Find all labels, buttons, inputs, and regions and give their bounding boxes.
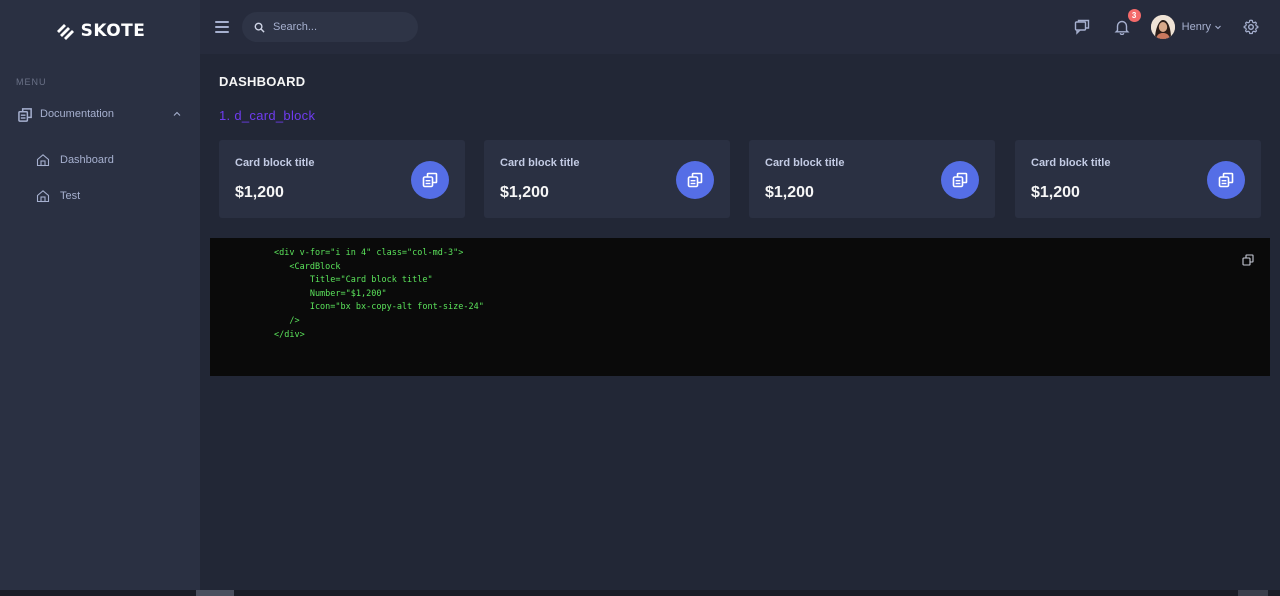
- card-block: Card block title $1,200: [219, 140, 465, 218]
- page-title: DASHBOARD: [219, 74, 306, 89]
- card-block: Card block title $1,200: [1015, 140, 1261, 218]
- card-number: $1,200: [235, 184, 284, 201]
- status-segment: [1238, 590, 1268, 596]
- user-menu[interactable]: Henry: [1150, 15, 1222, 39]
- chat-icon[interactable]: [1073, 18, 1091, 36]
- search-icon: [254, 22, 265, 33]
- chevron-up-icon: [173, 111, 181, 116]
- copy-icon: [676, 161, 714, 199]
- section-title: 1. d_card_block: [219, 108, 316, 123]
- search-box[interactable]: [242, 12, 418, 42]
- bell-icon[interactable]: 3: [1113, 9, 1141, 36]
- sidebar-group-documentation[interactable]: Documentation: [0, 96, 200, 132]
- card-row: Card block title $1,200 Card block title…: [219, 140, 1261, 218]
- sidebar-item-label: Dashboard: [60, 154, 114, 166]
- bottom-strip: [0, 590, 1280, 596]
- card-number: $1,200: [1031, 184, 1080, 201]
- card-title: Card block title: [765, 157, 845, 169]
- card-number: $1,200: [500, 184, 549, 201]
- sidebar-group-label: Documentation: [40, 108, 114, 120]
- card-block: Card block title $1,200: [484, 140, 730, 218]
- sidebar-item-test[interactable]: Test: [0, 178, 200, 214]
- copy-icon: [941, 161, 979, 199]
- gear-icon[interactable]: [1242, 18, 1260, 36]
- menu-title: MENU: [16, 77, 47, 87]
- sidebar: SKOTE MENU Documentation Dashboard Test: [0, 0, 200, 590]
- main-content: DASHBOARD 1. d_card_block Card block tit…: [200, 54, 1280, 590]
- brand[interactable]: SKOTE: [0, 0, 200, 62]
- code-snippet: <div v-for="i in 4" class="col-md-3"> <C…: [274, 248, 484, 340]
- card-number: $1,200: [765, 184, 814, 201]
- copy-icon: [411, 161, 449, 199]
- card-title: Card block title: [500, 157, 580, 169]
- scroll-thumb[interactable]: [196, 590, 234, 596]
- home-icon: [36, 153, 50, 167]
- username: Henry: [1181, 21, 1211, 33]
- brand-logo-icon: [56, 24, 74, 40]
- copy-icon: [1207, 161, 1245, 199]
- brand-name: SKOTE: [80, 21, 146, 41]
- documentation-icon: [18, 106, 34, 122]
- copy-code-icon[interactable]: [1242, 254, 1254, 266]
- card-title: Card block title: [1031, 157, 1111, 169]
- notification-badge: 3: [1127, 9, 1141, 22]
- search-input[interactable]: [273, 21, 403, 33]
- chevron-down-icon: [1215, 25, 1221, 30]
- card-block: Card block title $1,200: [749, 140, 995, 218]
- topbar: 3 Henry: [200, 0, 1280, 54]
- home-icon: [36, 189, 50, 203]
- avatar: [1150, 15, 1175, 39]
- sidebar-item-label: Test: [60, 190, 81, 202]
- card-title: Card block title: [235, 157, 315, 169]
- code-block: <div v-for="i in 4" class="col-md-3"> <C…: [210, 238, 1270, 376]
- hamburger-icon[interactable]: [215, 21, 229, 33]
- sidebar-item-dashboard[interactable]: Dashboard: [0, 142, 200, 178]
